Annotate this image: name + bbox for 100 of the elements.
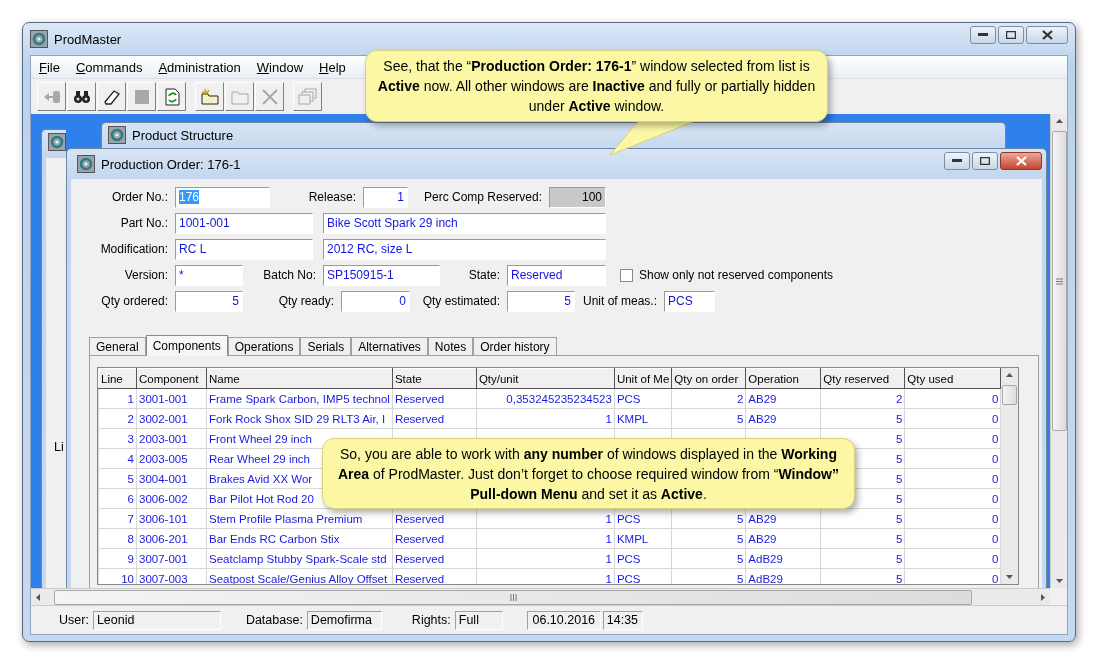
column-header[interactable]: Operation bbox=[745, 368, 821, 389]
table-cell: KMPL bbox=[616, 532, 649, 545]
field-label: Part No.: bbox=[120, 216, 168, 230]
status-field: 06.10.2016 bbox=[526, 610, 601, 630]
table-cell: AB29 bbox=[748, 512, 777, 525]
text-field[interactable]: 1001-001 bbox=[175, 212, 313, 234]
text-field[interactable]: PCS bbox=[664, 290, 715, 312]
checkbox-label[interactable]: Show only not reserved components bbox=[639, 268, 834, 282]
table-cell: 5 bbox=[895, 552, 903, 565]
table-cell: AB29 bbox=[748, 532, 777, 545]
table-cell: Bar Ends RC Carbon Stix bbox=[209, 532, 340, 545]
column-header[interactable]: Unit of Me bbox=[614, 368, 672, 389]
field-label: State: bbox=[468, 268, 500, 282]
table-cell: 7 bbox=[127, 512, 134, 525]
table-cell: Stem Profile Plasma Premium bbox=[209, 512, 363, 525]
menu-item[interactable]: Help bbox=[311, 59, 354, 75]
background-window[interactable]: Product Structure bbox=[101, 122, 1006, 148]
table-cell: 4 bbox=[127, 452, 134, 465]
table-cell: 5 bbox=[127, 472, 134, 485]
table-cell: 5 bbox=[895, 572, 903, 584]
column-header[interactable]: Line bbox=[98, 368, 137, 389]
menu-item[interactable]: Window bbox=[248, 59, 312, 75]
table-cell: 5 bbox=[895, 452, 903, 465]
table-cell: 0 bbox=[991, 552, 999, 565]
table-cell: PCS bbox=[616, 512, 641, 525]
table-cell: 0 bbox=[991, 452, 999, 465]
menu-item[interactable]: Administration bbox=[150, 59, 249, 75]
field-label: Order No.: bbox=[112, 190, 168, 204]
table-cell: 2003-001 bbox=[139, 432, 188, 445]
column-header[interactable]: Qty used bbox=[904, 368, 1001, 389]
table-cell: 1 bbox=[127, 392, 134, 405]
callout: So, you are able to work with any number of windows displayed in the Working Area of ProdMaster. Just don’t forget to choose required window from “Window” Pull-down Menu and set it as Active. bbox=[322, 438, 855, 509]
table-cell: AdB29 bbox=[748, 572, 783, 584]
label-fragment: Li bbox=[54, 440, 64, 454]
text-field[interactable]: 2012 RC, size L bbox=[323, 238, 606, 260]
menu-item[interactable]: File bbox=[31, 59, 68, 75]
table-cell: 0 bbox=[991, 392, 999, 405]
table-cell: 3001-001 bbox=[139, 392, 188, 405]
column-header[interactable]: Qty on order bbox=[671, 368, 746, 389]
table-cell: 5 bbox=[895, 532, 903, 545]
table-cell: 5 bbox=[736, 552, 744, 565]
table-cell: Seatclamp Stubby Spark-Scale std bbox=[209, 552, 387, 565]
table-cell: AB29 bbox=[748, 392, 777, 405]
table-cell: Brakes Avid XX Wor bbox=[209, 472, 313, 485]
table-cell: 2 bbox=[736, 392, 744, 405]
text-field[interactable]: 5 bbox=[175, 290, 243, 312]
text-field[interactable]: 1 bbox=[363, 186, 408, 208]
menu-item[interactable]: Commands bbox=[67, 59, 151, 75]
tab[interactable]: General bbox=[89, 337, 146, 355]
tab[interactable]: Alternatives bbox=[351, 337, 428, 355]
table-cell: 1 bbox=[605, 512, 612, 525]
text-field[interactable]: Bike Scott Spark 29 inch bbox=[323, 212, 606, 234]
table-cell: 0 bbox=[991, 532, 999, 545]
text-field[interactable]: 0 bbox=[341, 290, 410, 312]
tab[interactable]: Serials bbox=[300, 337, 352, 355]
table-cell: AB29 bbox=[748, 412, 777, 425]
column-header[interactable]: Component bbox=[136, 368, 207, 389]
table-cell: 5 bbox=[736, 512, 744, 525]
table-cell: Reserved bbox=[394, 532, 445, 545]
status-field: Demofirma bbox=[306, 610, 382, 630]
table-cell: 1 bbox=[605, 412, 612, 425]
column-header[interactable]: State bbox=[392, 368, 477, 389]
column-header[interactable]: Qty/unit bbox=[476, 368, 615, 389]
window-title: ProdMaster bbox=[54, 31, 122, 47]
tab[interactable]: Components bbox=[145, 335, 228, 356]
tab[interactable]: Operations bbox=[227, 337, 301, 355]
table-cell: KMPL bbox=[616, 412, 649, 425]
status-label: Database: bbox=[245, 613, 303, 627]
tab[interactable]: Notes bbox=[427, 337, 474, 355]
column-header[interactable]: Name bbox=[206, 368, 393, 389]
field-label: Perc Comp Reserved: bbox=[423, 190, 542, 204]
field-label: Version: bbox=[124, 268, 168, 282]
window-title: Production Order: 176-1 bbox=[101, 156, 241, 172]
table-cell: 3007-003 bbox=[139, 572, 188, 584]
table-cell: 2003-005 bbox=[139, 452, 188, 465]
background-window[interactable]: Li bbox=[41, 129, 66, 588]
column-header[interactable]: Qty reserved bbox=[820, 368, 905, 389]
table-cell: 1 bbox=[605, 532, 612, 545]
table-cell: 2 bbox=[895, 392, 903, 405]
field-label: Qty ready: bbox=[278, 294, 334, 308]
text-field[interactable]: * bbox=[175, 264, 243, 286]
table-cell: 6 bbox=[127, 492, 134, 505]
table-cell: Frame Spark Carbon, IMP5 technol bbox=[209, 392, 390, 405]
field-label: Release: bbox=[308, 190, 356, 204]
table-cell: 9 bbox=[127, 552, 134, 565]
text-field[interactable]: RC L bbox=[175, 238, 313, 260]
table-cell: Reserved bbox=[394, 392, 445, 405]
table-cell: Reserved bbox=[394, 512, 445, 525]
field-label: Unit of meas.: bbox=[582, 294, 657, 308]
table-cell: 0 bbox=[991, 472, 999, 485]
text-field[interactable]: SP150915-1 bbox=[323, 264, 440, 286]
tab[interactable]: Order history bbox=[473, 337, 557, 355]
table-cell: 5 bbox=[895, 512, 903, 525]
text-field[interactable]: 5 bbox=[507, 290, 575, 312]
text-field[interactable]: Reserved bbox=[507, 264, 606, 286]
table-cell: 1 bbox=[605, 572, 612, 584]
table-cell: PCS bbox=[616, 572, 641, 584]
table-cell: 0 bbox=[991, 412, 999, 425]
field-label: Qty ordered: bbox=[101, 294, 168, 308]
status-label: Rights: bbox=[411, 613, 451, 627]
